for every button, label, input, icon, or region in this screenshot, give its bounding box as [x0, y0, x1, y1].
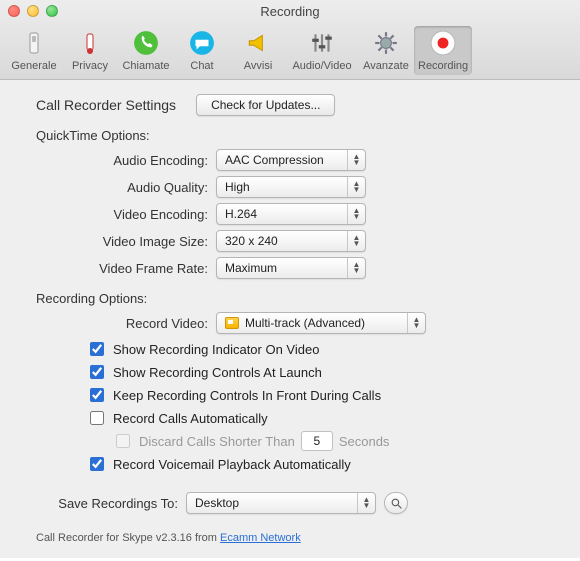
- ecamm-link[interactable]: Ecamm Network: [220, 532, 301, 544]
- tab-label: Avvisi: [244, 60, 273, 72]
- discard-suffix: Seconds: [339, 434, 390, 449]
- video-encoding-label: Video Encoding:: [36, 207, 216, 222]
- save-to-select[interactable]: Desktop ▲▼: [186, 492, 376, 514]
- checkbox-label: Record Voicemail Playback Automatically: [113, 457, 351, 472]
- titlebar: Recording: [0, 0, 580, 22]
- select-value: High: [225, 180, 250, 194]
- tab-recording[interactable]: Recording: [414, 26, 472, 75]
- chk-show-indicator[interactable]: Show Recording Indicator On Video: [86, 339, 552, 359]
- megaphone-icon: [243, 28, 273, 58]
- magnifier-icon: [390, 497, 403, 510]
- chk-keep-front[interactable]: Keep Recording Controls In Front During …: [86, 385, 552, 405]
- tab-privacy[interactable]: Privacy: [62, 26, 118, 75]
- audio-encoding-select[interactable]: AAC Compression ▲▼: [216, 149, 366, 171]
- chevron-updown-icon: ▲▼: [357, 493, 375, 513]
- content-pane: Call Recorder Settings Check for Updates…: [0, 80, 580, 558]
- chk-voicemail[interactable]: Record Voicemail Playback Automatically: [86, 454, 552, 474]
- tab-avvisi[interactable]: Avvisi: [230, 26, 286, 75]
- recording-section-title: Recording Options:: [36, 291, 552, 306]
- audio-quality-select[interactable]: High ▲▼: [216, 176, 366, 198]
- checkbox-label: Keep Recording Controls In Front During …: [113, 388, 381, 403]
- chevron-updown-icon: ▲▼: [347, 177, 365, 197]
- chk-show-controls-launch[interactable]: Show Recording Controls At Launch: [86, 362, 552, 382]
- checkbox-label: Record Calls Automatically: [113, 411, 268, 426]
- checkbox[interactable]: [90, 457, 104, 471]
- discard-prefix: Discard Calls Shorter Than: [139, 434, 295, 449]
- audio-encoding-label: Audio Encoding:: [36, 153, 216, 168]
- tab-label: Audio/Video: [292, 60, 351, 72]
- checkbox[interactable]: [90, 365, 104, 379]
- tab-label: Generale: [11, 60, 56, 72]
- gear-icon: [371, 28, 401, 58]
- select-value: AAC Compression: [225, 153, 324, 167]
- chk-discard-row: Discard Calls Shorter Than Seconds: [112, 431, 552, 451]
- tab-label: Privacy: [72, 60, 108, 72]
- minimize-icon[interactable]: [27, 5, 39, 17]
- tab-label: Chiamate: [122, 60, 169, 72]
- video-image-size-select[interactable]: 320 x 240 ▲▼: [216, 230, 366, 252]
- tab-generale[interactable]: Generale: [6, 26, 62, 75]
- tab-label: Chat: [190, 60, 213, 72]
- switch-icon: [19, 28, 49, 58]
- save-to-label: Save Recordings To:: [36, 496, 186, 511]
- video-frame-rate-label: Video Frame Rate:: [36, 261, 216, 276]
- tab-chiamate[interactable]: Chiamate: [118, 26, 174, 75]
- check-updates-button[interactable]: Check for Updates...: [196, 94, 335, 116]
- footer-text: Call Recorder for Skype v2.3.16 from: [36, 532, 220, 544]
- checkbox[interactable]: [90, 342, 104, 356]
- video-encoding-select[interactable]: H.264 ▲▼: [216, 203, 366, 225]
- footer: Call Recorder for Skype v2.3.16 from Eca…: [36, 532, 552, 544]
- zoom-icon[interactable]: [46, 5, 58, 17]
- checkbox[interactable]: [90, 388, 104, 402]
- tab-chat[interactable]: Chat: [174, 26, 230, 75]
- chevron-updown-icon: ▲▼: [407, 313, 425, 333]
- checkbox[interactable]: [90, 411, 104, 425]
- tab-label: Avanzate: [363, 60, 409, 72]
- reveal-in-finder-button[interactable]: [384, 492, 408, 514]
- chevron-updown-icon: ▲▼: [347, 150, 365, 170]
- select-value: Multi-track (Advanced): [245, 316, 365, 330]
- tab-audio-video[interactable]: Audio/Video: [286, 26, 358, 75]
- select-value: Desktop: [195, 496, 239, 510]
- tab-label: Recording: [418, 60, 468, 72]
- record-icon: [428, 28, 458, 58]
- quicktime-section-title: QuickTime Options:: [36, 128, 552, 143]
- record-video-select[interactable]: Multi-track (Advanced) ▲▼: [216, 312, 426, 334]
- select-value: 320 x 240: [225, 234, 278, 248]
- tab-avanzate[interactable]: Avanzate: [358, 26, 414, 75]
- multitrack-icon: [225, 317, 239, 329]
- chevron-updown-icon: ▲▼: [347, 204, 365, 224]
- record-video-label: Record Video:: [36, 316, 216, 331]
- video-image-size-label: Video Image Size:: [36, 234, 216, 249]
- close-icon[interactable]: [8, 5, 20, 17]
- discard-seconds-field[interactable]: [301, 431, 333, 451]
- select-value: Maximum: [225, 261, 277, 275]
- window-title: Recording: [0, 4, 580, 19]
- phone-icon: [131, 28, 161, 58]
- chat-icon: [187, 28, 217, 58]
- checkbox-label: Show Recording Controls At Launch: [113, 365, 322, 380]
- audio-quality-label: Audio Quality:: [36, 180, 216, 195]
- privacy-icon: [75, 28, 105, 58]
- page-title: Call Recorder Settings: [36, 97, 176, 113]
- select-value: H.264: [225, 207, 257, 221]
- toolbar: Generale Privacy Chiamate Chat Avvisi: [0, 22, 580, 79]
- checkbox: [116, 434, 130, 448]
- chevron-updown-icon: ▲▼: [347, 231, 365, 251]
- sliders-icon: [307, 28, 337, 58]
- checkbox-label: Show Recording Indicator On Video: [113, 342, 319, 357]
- video-frame-rate-select[interactable]: Maximum ▲▼: [216, 257, 366, 279]
- chevron-updown-icon: ▲▼: [347, 258, 365, 278]
- chk-auto-record[interactable]: Record Calls Automatically: [86, 408, 552, 428]
